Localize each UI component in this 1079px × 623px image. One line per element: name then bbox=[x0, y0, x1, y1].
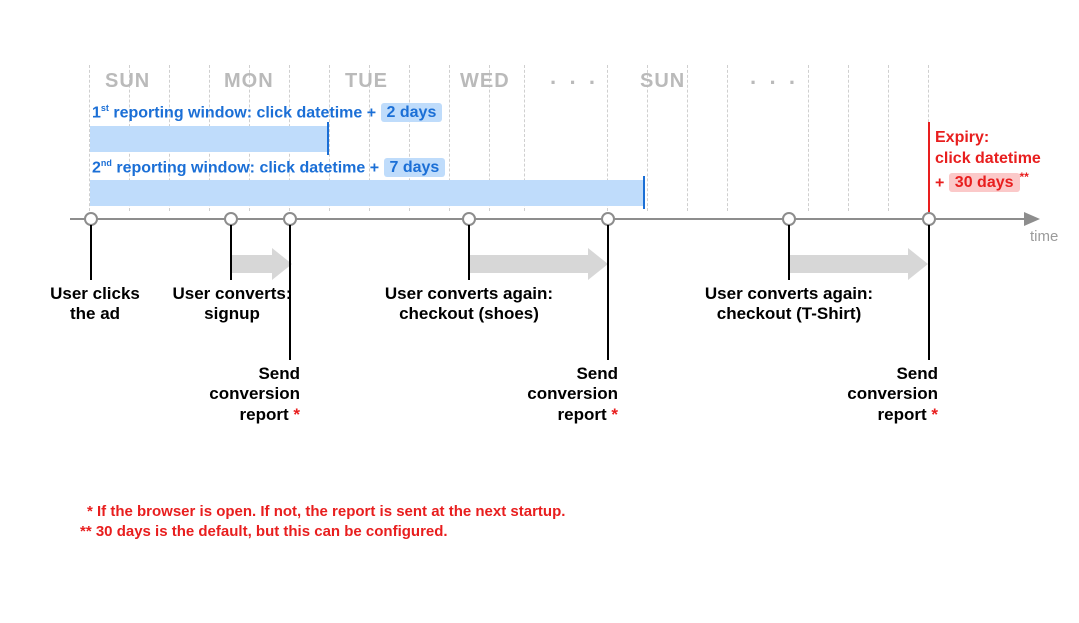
axis-tick-shoes bbox=[462, 212, 476, 226]
reporting-window-2-bar bbox=[90, 180, 645, 206]
report-1: Send conversion report * bbox=[180, 364, 300, 425]
event-tshirt: User converts again: checkout (T-Shirt) bbox=[684, 284, 894, 325]
day-label-tue: TUE bbox=[345, 70, 388, 93]
footnote-2: ** 30 days is the default, but this can … bbox=[80, 523, 448, 540]
time-axis bbox=[70, 218, 1026, 220]
report3-l2: conversion bbox=[847, 384, 938, 403]
report-3: Send conversion report * bbox=[818, 364, 938, 425]
event-signup-l2: signup bbox=[204, 304, 260, 323]
window2-ord: nd bbox=[101, 158, 112, 168]
report-2: Send conversion report * bbox=[498, 364, 618, 425]
window2-prefix: 2 bbox=[92, 159, 101, 176]
report2-star: * bbox=[611, 405, 618, 424]
footnote-1-stars: * bbox=[87, 503, 97, 520]
day-label-sun1: SUN bbox=[105, 70, 150, 93]
reporting-window-2-label: 2nd reporting window: click datetime + 7… bbox=[92, 158, 445, 177]
expiry-title: Expiry: bbox=[935, 129, 989, 146]
report3-l1: Send bbox=[896, 364, 938, 383]
grid-line bbox=[848, 65, 849, 211]
reporting-window-1-bar bbox=[90, 126, 329, 152]
expiry-plus: + bbox=[935, 174, 949, 191]
axis-tick-report3 bbox=[922, 212, 936, 226]
event-signup: User converts: signup bbox=[162, 284, 302, 325]
footnote-2-stars: ** bbox=[80, 523, 96, 540]
expiry-line bbox=[928, 122, 930, 214]
expiry-stars: ** bbox=[1020, 170, 1029, 184]
window2-text: reporting window: click datetime + bbox=[112, 159, 384, 176]
expiry-line2: click datetime bbox=[935, 150, 1041, 167]
report1-l1: Send bbox=[258, 364, 300, 383]
expiry-value: 30 days bbox=[949, 173, 1020, 192]
stem-report-1 bbox=[289, 225, 291, 360]
report1-l3: report bbox=[240, 405, 294, 424]
report1-l2: conversion bbox=[209, 384, 300, 403]
footnote-1-text: If the browser is open. If not, the repo… bbox=[97, 503, 565, 520]
footnote-2-text: 30 days is the default, but this can be … bbox=[96, 523, 448, 540]
report2-l2: conversion bbox=[527, 384, 618, 403]
report3-star: * bbox=[931, 405, 938, 424]
event-shoes: User converts again: checkout (shoes) bbox=[364, 284, 574, 325]
expiry-label: Expiry: click datetime + 30 days** bbox=[935, 128, 1041, 194]
day-label-mon: MON bbox=[224, 70, 274, 93]
window1-value: 2 days bbox=[381, 103, 443, 122]
flow-arrow-2 bbox=[470, 248, 608, 280]
axis-tick-report1 bbox=[283, 212, 297, 226]
day-label-dots2: · · · bbox=[750, 70, 799, 96]
axis-tick-tshirt bbox=[782, 212, 796, 226]
axis-tick-report2 bbox=[601, 212, 615, 226]
report3-l3: report bbox=[878, 405, 932, 424]
window1-text: reporting window: click datetime + bbox=[109, 104, 381, 121]
grid-line bbox=[808, 65, 809, 211]
time-axis-label: time bbox=[1030, 228, 1058, 245]
flow-arrow-3 bbox=[790, 248, 928, 280]
window1-prefix: 1 bbox=[92, 104, 101, 121]
axis-tick-signup bbox=[224, 212, 238, 226]
report2-l3: report bbox=[558, 405, 612, 424]
event-click: User clicks the ad bbox=[40, 284, 150, 325]
event-signup-l1: User converts: bbox=[172, 284, 291, 303]
report1-star: * bbox=[293, 405, 300, 424]
axis-tick-click bbox=[84, 212, 98, 226]
event-shoes-l2: checkout (shoes) bbox=[399, 304, 539, 323]
stem-report-2 bbox=[607, 225, 609, 360]
grid-line bbox=[888, 65, 889, 211]
footnote-1: * If the browser is open. If not, the re… bbox=[87, 503, 565, 520]
day-label-dots1: · · · bbox=[550, 70, 599, 96]
event-tshirt-l1: User converts again: bbox=[705, 284, 873, 303]
event-shoes-l1: User converts again: bbox=[385, 284, 553, 303]
grid-line bbox=[727, 65, 728, 211]
day-label-sun2: SUN bbox=[640, 70, 685, 93]
stem-signup bbox=[230, 225, 232, 280]
reporting-window-2-end bbox=[643, 176, 645, 209]
event-click-l2: the ad bbox=[70, 304, 120, 323]
reporting-window-1-label: 1st reporting window: click datetime + 2… bbox=[92, 103, 442, 122]
window2-value: 7 days bbox=[384, 158, 446, 177]
stem-click bbox=[90, 225, 92, 280]
flow-arrow-1 bbox=[232, 248, 292, 280]
time-axis-arrow-icon bbox=[1024, 212, 1040, 226]
reporting-window-1-end bbox=[327, 122, 329, 155]
stem-shoes bbox=[468, 225, 470, 280]
day-label-wed: WED bbox=[460, 70, 510, 93]
event-tshirt-l2: checkout (T-Shirt) bbox=[717, 304, 862, 323]
window1-ord: st bbox=[101, 103, 109, 113]
report2-l1: Send bbox=[576, 364, 618, 383]
stem-tshirt bbox=[788, 225, 790, 280]
event-click-l1: User clicks bbox=[50, 284, 140, 303]
stem-report-3 bbox=[928, 225, 930, 360]
grid-line bbox=[687, 65, 688, 211]
